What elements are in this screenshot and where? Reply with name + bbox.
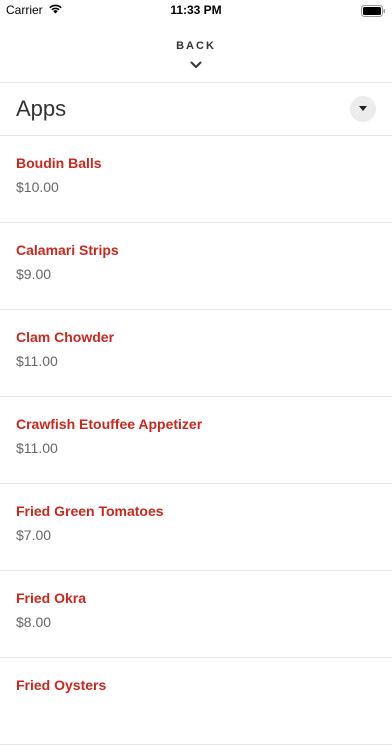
back-button[interactable]: BACK [146, 32, 246, 72]
item-name: Fried Green Tomatoes [16, 503, 164, 519]
battery-icon [361, 4, 386, 22]
item-name: Fried Okra [16, 590, 87, 606]
item-price: $9.00 [16, 266, 52, 282]
section-dropdown-button[interactable] [350, 96, 376, 122]
item-price: $7.00 [16, 527, 52, 543]
item-name: Crawfish Etouffee Appetizer [16, 416, 203, 432]
menu-item[interactable]: Calamari Strips $9.00 [0, 223, 392, 310]
menu-item[interactable]: Fried Oysters [0, 658, 392, 745]
item-price: $10.00 [16, 179, 59, 195]
menu-item[interactable]: Crawfish Etouffee Appetizer $11.00 [0, 397, 392, 484]
status-bar: Carrier 11:33 PM [0, 0, 392, 22]
chevron-down-icon [190, 56, 202, 74]
item-name: Fried Oysters [16, 677, 107, 693]
caret-down-icon [359, 106, 367, 111]
back-header: BACK [0, 22, 392, 83]
item-name: Calamari Strips [16, 242, 119, 258]
item-name: Boudin Balls [16, 155, 102, 171]
section-header: Apps [0, 83, 392, 136]
item-price: $8.00 [16, 614, 52, 630]
item-name: Clam Chowder [16, 329, 115, 345]
item-price: $11.00 [16, 440, 58, 456]
section-title: Apps [16, 96, 67, 121]
item-price: $11.00 [16, 353, 58, 369]
menu-item[interactable]: Clam Chowder $11.00 [0, 310, 392, 397]
menu-list: Boudin Balls $10.00 Calamari Strips $9.0… [0, 136, 392, 745]
menu-item[interactable]: Boudin Balls $10.00 [0, 136, 392, 223]
status-time: 11:33 PM [170, 3, 222, 17]
menu-item[interactable]: Fried Green Tomatoes $7.00 [0, 484, 392, 571]
back-label: BACK [176, 40, 216, 52]
menu-item[interactable]: Fried Okra $8.00 [0, 571, 392, 658]
